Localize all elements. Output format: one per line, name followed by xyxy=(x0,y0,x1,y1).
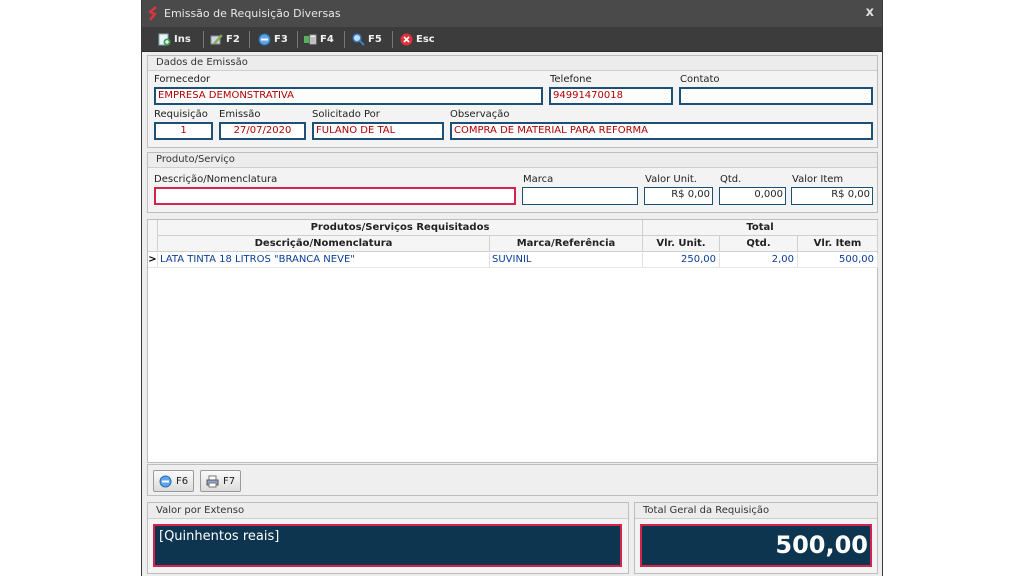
descricao-label: Descrição/Nomenclatura xyxy=(154,174,278,185)
edit-button[interactable]: F2 xyxy=(210,31,240,48)
window-title: Emissão de Requisição Diversas xyxy=(164,7,341,20)
items-grid[interactable]: Produtos/Serviços Requisitados Total Des… xyxy=(147,219,878,463)
grid-band-total: Total xyxy=(643,220,878,236)
cell-descricao: LATA TINTA 18 LITROS "BRANCA NEVE" xyxy=(160,253,490,267)
requisicao-label: Requisição xyxy=(154,109,208,120)
toolbar-separator xyxy=(392,31,393,48)
grid-band-produtos: Produtos/Serviços Requisitados xyxy=(158,220,643,236)
toolbar: Ins F2 F3 F4 F5 Esc xyxy=(142,27,882,52)
f7-button-label: F7 xyxy=(223,475,236,487)
produto-servico-group: Produto/Serviço Descrição/Nomenclatura M… xyxy=(147,152,878,213)
f6-button[interactable]: F6 xyxy=(153,470,195,492)
total-geral-heading: Total Geral da Requisição xyxy=(635,503,877,519)
valor-extenso-heading: Valor por Extenso xyxy=(148,503,628,519)
cell-vlr-unit: 250,00 xyxy=(643,253,720,267)
search-button[interactable]: F5 xyxy=(352,31,382,48)
remove-icon xyxy=(258,33,271,46)
valor-extenso-panel: Valor por Extenso [Quinhentos reais] xyxy=(147,502,629,574)
valor-item-input[interactable]: R$ 0,00 xyxy=(791,187,873,205)
exit-button-label: Esc xyxy=(416,34,435,45)
observacao-label: Observação xyxy=(450,109,510,120)
total-geral-panel: Total Geral da Requisição 500,00 xyxy=(634,502,878,574)
close-icon[interactable]: x xyxy=(866,5,874,20)
col-qtd-header[interactable]: Qtd. xyxy=(720,236,798,252)
cell-vlr-item: 500,00 xyxy=(798,253,878,267)
insert-button-label: Ins xyxy=(174,34,191,45)
produto-servico-heading: Produto/Serviço xyxy=(148,153,877,168)
marca-input[interactable] xyxy=(522,187,638,205)
list-button[interactable]: F4 xyxy=(304,31,334,48)
grid-actions-bar: F6 F7 xyxy=(147,464,878,496)
toolbar-separator xyxy=(297,31,298,48)
f7-button[interactable]: F7 xyxy=(200,470,242,492)
solicitado-field[interactable]: FULANO DE TAL xyxy=(312,122,444,140)
solicitado-label: Solicitado Por xyxy=(312,109,380,120)
col-marca-header[interactable]: Marca/Referência xyxy=(490,236,643,252)
col-descricao-header[interactable]: Descrição/Nomenclatura xyxy=(158,236,490,252)
remove-button-label: F3 xyxy=(274,34,288,45)
edit-icon xyxy=(210,34,223,45)
insert-icon xyxy=(158,33,171,46)
cell-marca: SUVINIL xyxy=(491,253,643,267)
exit-button[interactable]: Esc xyxy=(400,31,435,48)
valor-item-label: Valor Item xyxy=(792,174,844,185)
remove-button[interactable]: F3 xyxy=(258,31,288,48)
contato-label: Contato xyxy=(680,74,720,85)
remove-icon xyxy=(159,475,172,487)
toolbar-separator xyxy=(344,31,345,48)
print-icon xyxy=(206,475,219,487)
title-bar: Emissão de Requisição Diversas x xyxy=(142,0,882,27)
valor-unit-input[interactable]: R$ 0,00 xyxy=(644,187,713,205)
col-vlr-item-header[interactable]: Vlr. Item xyxy=(798,236,878,252)
search-button-label: F5 xyxy=(368,34,382,45)
telefone-field[interactable]: 94991470018 xyxy=(549,87,673,105)
emissao-label: Emissão xyxy=(219,109,261,120)
app-logo-icon xyxy=(148,6,157,21)
contato-field[interactable] xyxy=(679,87,873,105)
qtd-input[interactable]: 0,000 xyxy=(719,187,786,205)
fornecedor-label: Fornecedor xyxy=(154,74,211,85)
row-indicator-icon: > xyxy=(148,253,158,267)
descricao-input[interactable] xyxy=(154,187,516,205)
telefone-label: Telefone xyxy=(550,74,592,85)
qtd-label: Qtd. xyxy=(720,174,742,185)
col-vlr-unit-header[interactable]: Vlr. Unit. xyxy=(643,236,720,252)
toolbar-separator xyxy=(203,31,204,48)
table-row[interactable]: > LATA TINTA 18 LITROS "BRANCA NEVE" SUV… xyxy=(148,253,878,268)
f6-button-label: F6 xyxy=(176,475,189,487)
exit-icon xyxy=(400,33,413,46)
observacao-field[interactable]: COMPRA DE MATERIAL PARA REFORMA xyxy=(450,122,873,140)
emissao-date-field[interactable]: 27/07/2020 xyxy=(219,122,306,140)
list-button-label: F4 xyxy=(320,34,334,45)
requisicao-window: Emissão de Requisição Diversas x Ins F2 … xyxy=(141,0,883,576)
search-icon xyxy=(352,33,365,46)
marca-label: Marca xyxy=(523,174,554,185)
total-geral-value: 500,00 xyxy=(640,524,872,567)
dados-emissao-group: Dados de Emissão Fornecedor EMPRESA DEMO… xyxy=(147,55,878,148)
requisicao-field[interactable]: 1 xyxy=(154,122,213,140)
valor-extenso-value: [Quinhentos reais] xyxy=(153,524,622,567)
valor-unit-label: Valor Unit. xyxy=(645,174,697,185)
grid-indicator-header xyxy=(148,220,158,252)
fornecedor-field[interactable]: EMPRESA DEMONSTRATIVA xyxy=(154,87,543,105)
edit-button-label: F2 xyxy=(226,34,240,45)
insert-button[interactable]: Ins xyxy=(158,31,191,48)
dados-emissao-heading: Dados de Emissão xyxy=(148,56,877,71)
cell-qtd: 2,00 xyxy=(720,253,798,267)
toolbar-separator xyxy=(249,31,250,48)
list-icon xyxy=(304,34,317,45)
